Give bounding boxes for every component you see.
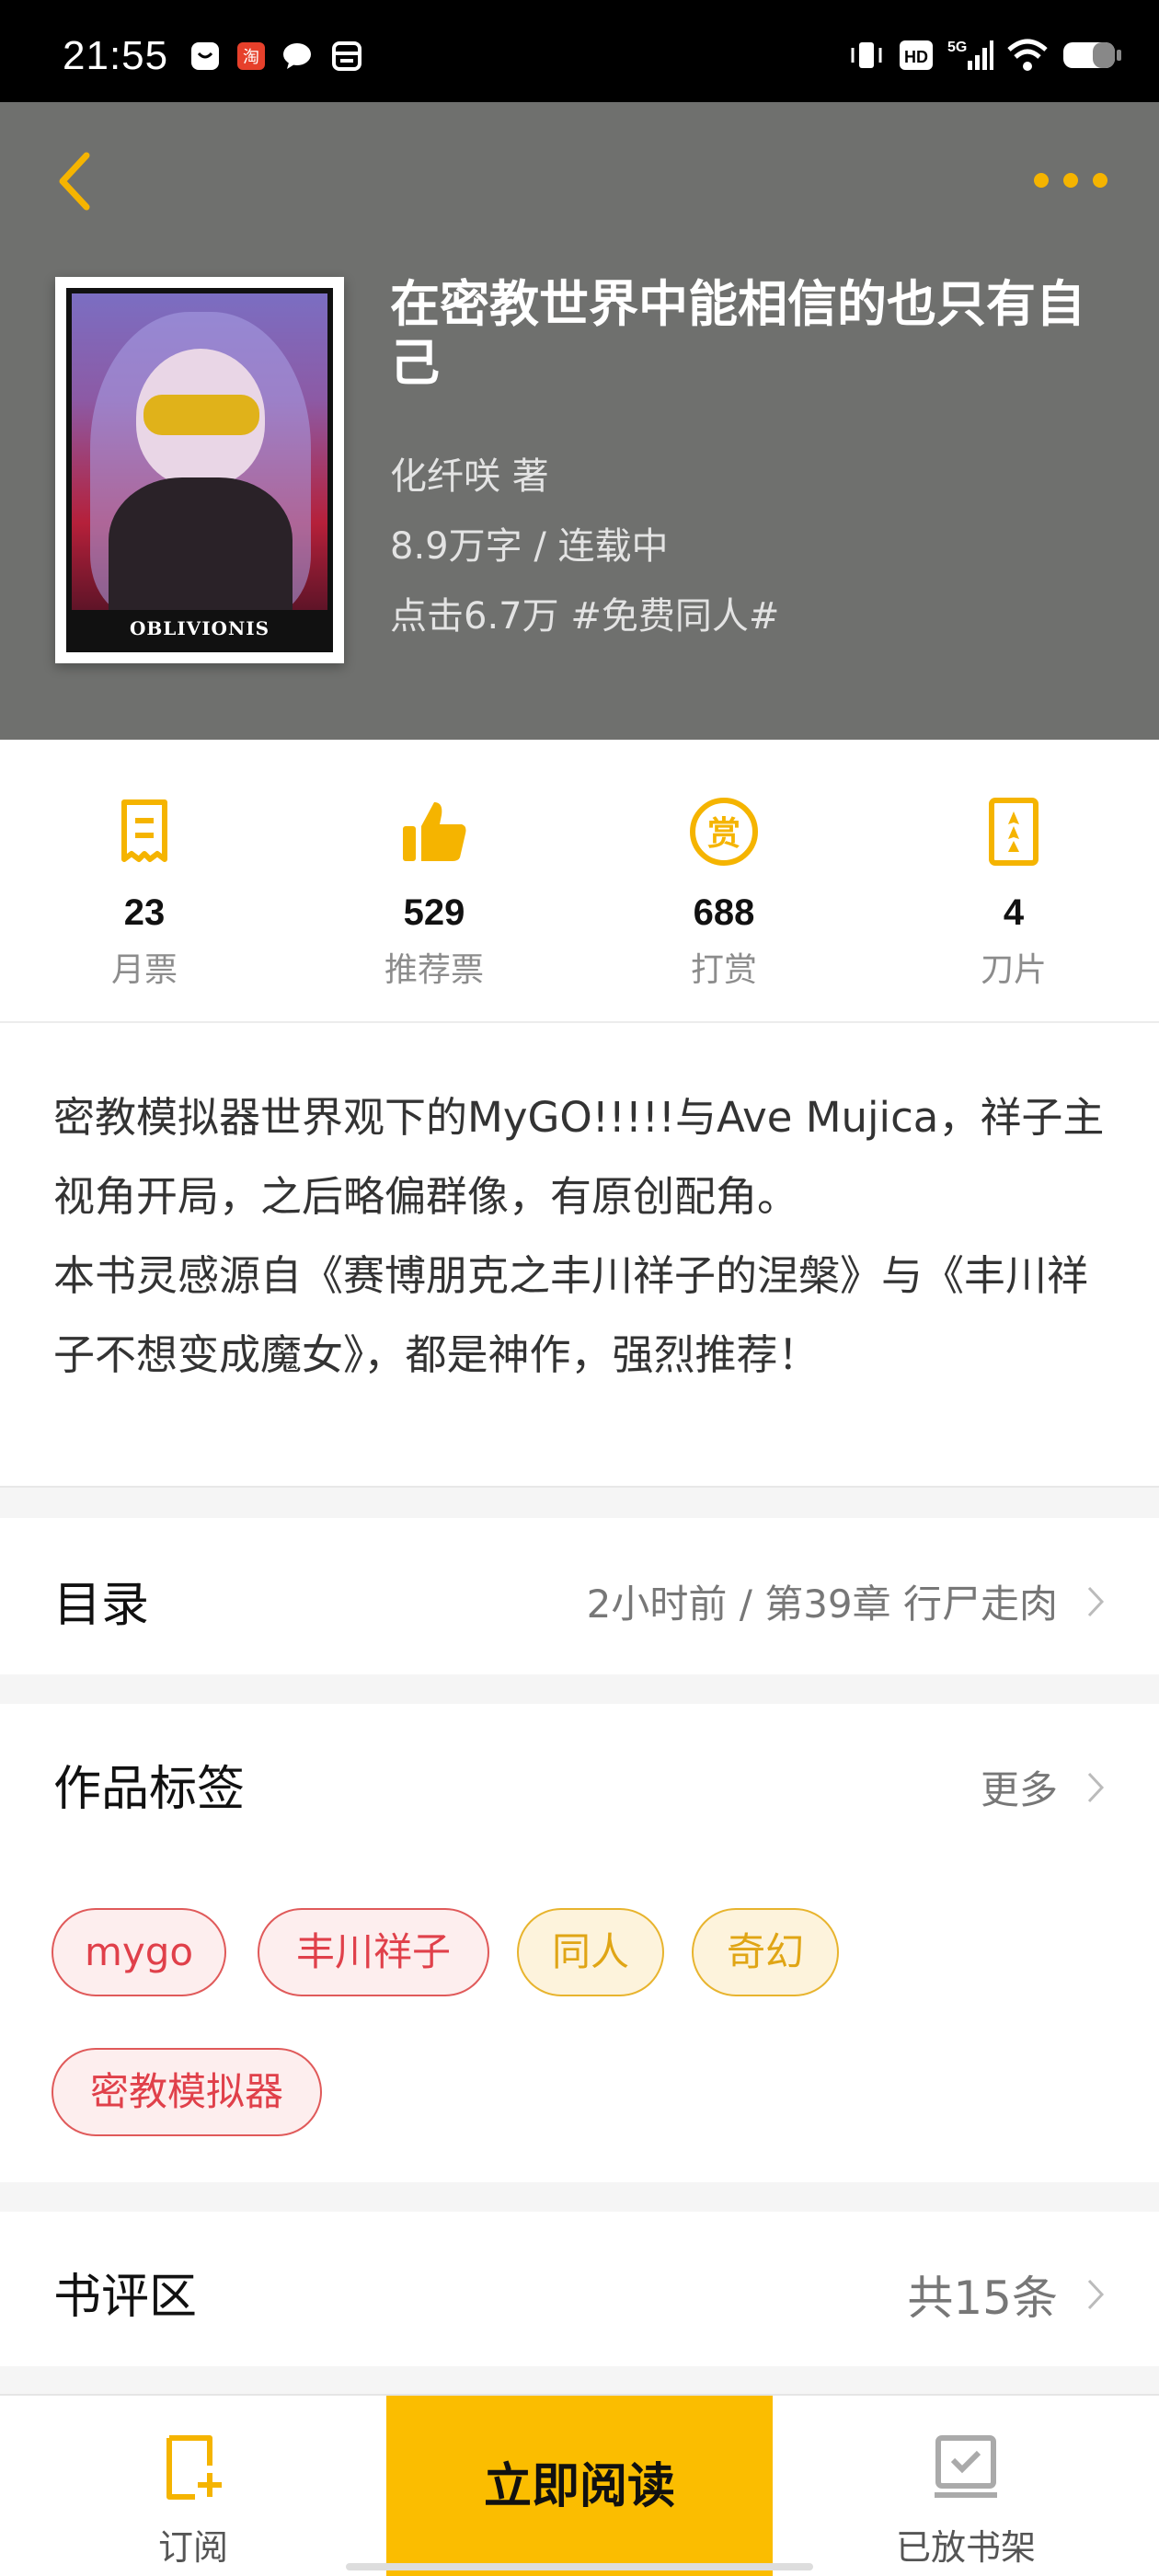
chevron-right-icon [1087,2279,1105,2310]
tag-chip[interactable]: 同人 [517,1908,664,1996]
stat-label: 推荐票 [384,951,484,989]
read-now-button[interactable]: 立即阅读 [386,2396,773,2576]
book-wordcount-status: 8.9万字 / 连载中 [390,525,669,568]
cover-illustration: OBLIVIONIS [66,288,333,652]
book-author[interactable]: 化纤咲 著 [390,446,549,500]
stat-blade[interactable]: 4 刀片 [903,795,1124,991]
review-count-text: 共15条 [907,2271,1058,2325]
on-shelf-button[interactable]: 已放书架 [773,2396,1159,2576]
hd-icon: HD [900,40,933,70]
book-clicks-tag: 点击6.7万 #免费同人# [390,595,780,638]
notification-app-icon [191,42,219,70]
svg-text:赏: 赏 [707,815,740,853]
taobao-icon: 淘 [237,42,265,70]
ellipsis-icon[interactable] [1034,167,1107,194]
book-header: OBLIVIONIS 在密教世界中能相信的也只有自己 化纤咲 著 8.9万字 /… [0,102,1159,740]
stat-value: 529 [403,892,465,933]
svg-text:淘: 淘 [243,48,259,67]
stat-label: 月票 [110,951,178,989]
tag-chip[interactable]: mygo [52,1908,226,1996]
message-icon [283,43,311,69]
stats-row: 23 月票 529 推荐票 赏 688 打赏 4 刀片 [0,740,1159,1023]
bottom-action-bar: 订阅 立即阅读 已放书架 [0,2394,1159,2576]
svg-text:5G: 5G [947,40,967,55]
wifi-icon [1007,39,1048,71]
stat-value: 688 [693,892,755,933]
more-link: 更多 [980,1767,1058,1812]
home-indicator[interactable] [346,2563,813,2570]
battery-icon [1063,42,1121,68]
status-indicators: HD 5G [848,37,1122,74]
reviews-title: 书评区 [53,2270,198,2325]
subscribe-icon [166,2435,222,2500]
book-description[interactable]: 密教模拟器世界观下的MyGO!!!!!与Ave Mujica，祥子主视角开局，之… [0,1023,1159,1488]
chevron-right-icon [1087,1586,1105,1616]
chevron-left-icon[interactable] [52,144,98,218]
book-title: 在密教世界中能相信的也只有自己 [390,275,1085,392]
reward-coin-icon: 赏 [690,798,758,866]
status-time: 21:55 [63,33,169,78]
status-bar: 21:55 淘 HD 5G [0,0,1159,102]
stat-value: 23 [123,892,166,933]
svg-text:HD: HD [904,48,928,66]
stat-monthly-ticket[interactable]: 23 月票 [34,795,255,991]
tags-section: 作品标签 更多 mygo 丰川祥子 同人 奇幻 密教模拟器 [0,1704,1159,2182]
stat-reward[interactable]: 赏 688 打赏 [614,795,834,991]
latest-chapter-text: 2小时前 / 第39章 行尸走肉 [586,1581,1058,1627]
tag-chip[interactable]: 密教模拟器 [52,2048,322,2136]
on-shelf-label: 已放书架 [895,2527,1036,2568]
catalog-title: 目录 [53,1578,150,1633]
stat-recommend[interactable]: 529 推荐票 [324,795,545,991]
description-paragraph: 本书灵感源自《赛博朋克之丰川祥子的涅槃》与《丰川祥子不想变成魔女》，都是神作，强… [53,1251,1089,1379]
tag-chip[interactable]: 奇幻 [692,1908,839,1996]
wallet-icon [332,41,361,71]
vibrate-icon [851,42,882,68]
subscribe-button[interactable]: 订阅 [0,2396,386,2576]
ticket-icon [121,799,167,862]
reviews-count: 共15条 [907,2261,1106,2328]
cover-title-text: OBLIVIONIS [72,610,327,647]
tags-title: 作品标签 [53,1762,246,1817]
blade-icon [989,798,1039,866]
subscribe-label: 订阅 [157,2527,228,2568]
cellular-signal-icon: 5G [947,40,993,70]
tag-chip[interactable]: 丰川祥子 [258,1908,489,1996]
book-cover[interactable]: OBLIVIONIS [55,277,344,663]
description-paragraph: 密教模拟器世界观下的MyGO!!!!!与Ave Mujica，祥子主视角开局，之… [53,1093,1105,1221]
catalog-row[interactable]: 目录 2小时前 / 第39章 行尸走肉 [0,1518,1159,1674]
chevron-right-icon [1087,1772,1105,1802]
bookshelf-check-icon [935,2435,997,2498]
catalog-latest: 2小时前 / 第39章 行尸走肉 [587,1573,1106,1629]
reviews-row[interactable]: 书评区 共15条 [0,2212,1159,2366]
stat-label: 刀片 [980,951,1047,989]
tags-more[interactable]: 更多 [981,1759,1106,1815]
stat-label: 打赏 [690,951,757,989]
stat-value: 4 [1003,892,1025,933]
thumbs-up-icon [403,802,466,861]
